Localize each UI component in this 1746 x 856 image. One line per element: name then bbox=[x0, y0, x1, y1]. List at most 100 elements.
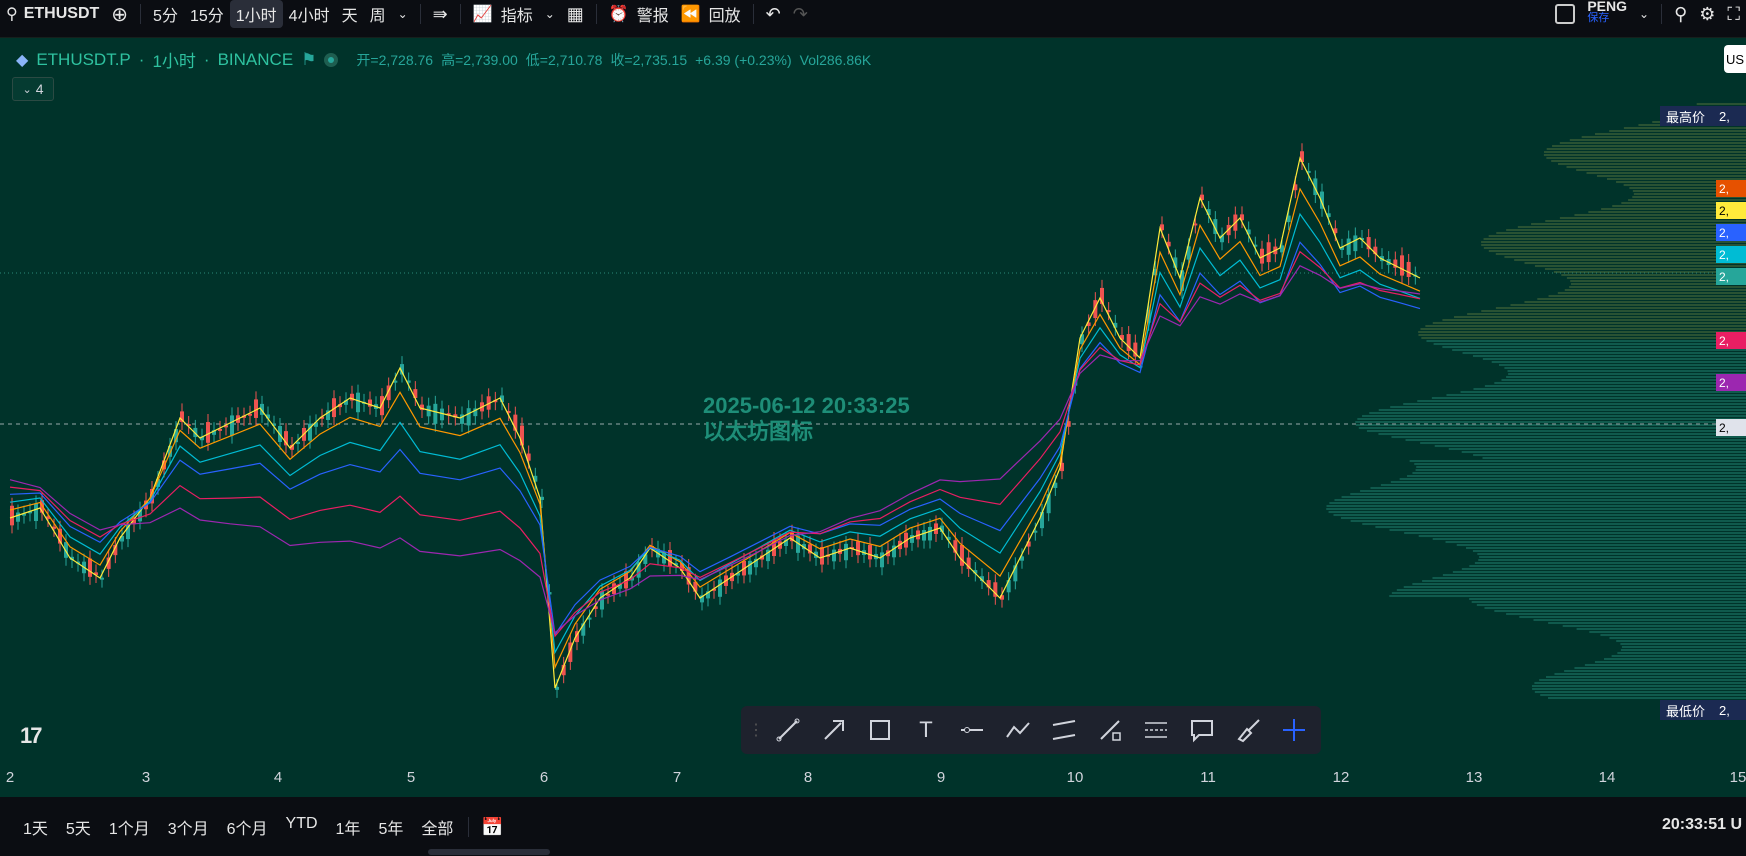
fullscreen-button[interactable]: ⛶ bbox=[1721, 0, 1746, 28]
quick-search-button[interactable]: ⚲ bbox=[1668, 0, 1693, 28]
arrow-tool[interactable] bbox=[813, 710, 855, 750]
volume-profile-bar bbox=[1603, 658, 1746, 660]
compare-button[interactable]: ⊕ bbox=[105, 0, 134, 28]
date-tick-label: 15 bbox=[1729, 769, 1746, 786]
replay-button[interactable]: ⏪ 回放 bbox=[675, 0, 747, 28]
volume-profile-bar bbox=[1456, 544, 1746, 546]
layout-toggle[interactable] bbox=[1549, 0, 1581, 28]
legend-low: 低=2,710.78 bbox=[525, 51, 603, 68]
legend-symbol[interactable]: ETHUSDT.P bbox=[36, 50, 130, 70]
date-tick-label: 13 bbox=[1465, 769, 1483, 786]
volume-profile-bar bbox=[1445, 541, 1746, 543]
interval-dropdown[interactable]: ⌄ bbox=[392, 0, 414, 28]
legend-high: 高=2,739.00 bbox=[441, 51, 518, 68]
range-button[interactable]: 1个月 bbox=[100, 815, 159, 839]
range-button[interactable]: 1天 bbox=[14, 815, 57, 839]
range-button[interactable]: 6个月 bbox=[218, 815, 277, 839]
volume-profile-bar bbox=[1494, 610, 1746, 612]
interval-label: 天 bbox=[341, 8, 358, 25]
volume-profile-bar bbox=[1507, 370, 1746, 372]
redo-icon: ↷ bbox=[792, 3, 808, 24]
horizontal-scrollbar[interactable] bbox=[428, 849, 550, 855]
symbol-search[interactable]: ⚲ ETHUSDT bbox=[0, 0, 105, 28]
volume-profile-bar bbox=[1461, 451, 1746, 453]
indicators-dropdown[interactable]: ⌄ bbox=[539, 0, 561, 28]
volume-profile-bar bbox=[1418, 535, 1746, 537]
path-tool[interactable] bbox=[997, 710, 1039, 750]
range-button[interactable]: 5年 bbox=[369, 815, 412, 839]
indicators-button[interactable]: 📈 指标 bbox=[467, 0, 539, 28]
volume-profile-bar bbox=[1483, 247, 1746, 249]
volume-profile-bar bbox=[1545, 676, 1746, 678]
volume-profile-bar bbox=[1422, 580, 1746, 582]
price-tag: 2, bbox=[1716, 332, 1746, 349]
volume-profile-bar bbox=[1506, 376, 1746, 378]
volume-profile-bar bbox=[1369, 412, 1746, 414]
settings-button[interactable]: ⚙ bbox=[1693, 0, 1721, 28]
crosshair-tool[interactable] bbox=[1273, 710, 1315, 750]
watermark-datetime: 2025-06-12 20:33:25 bbox=[703, 393, 910, 418]
range-button[interactable]: 5天 bbox=[57, 815, 100, 839]
volume-profile-bar bbox=[1506, 229, 1746, 231]
volume-profile-bar bbox=[1416, 466, 1746, 468]
brush-tool[interactable] bbox=[1227, 710, 1269, 750]
brush-icon bbox=[1237, 719, 1260, 743]
interval-15m[interactable]: 15分 bbox=[184, 0, 230, 28]
fib-tool[interactable] bbox=[1135, 710, 1177, 750]
volume-profile-bar bbox=[1396, 589, 1746, 591]
chevron-down-icon: ⌄ bbox=[544, 7, 555, 21]
chart-type-button[interactable]: ⇛ bbox=[427, 0, 454, 28]
drag-handle[interactable]: ⋮ bbox=[748, 710, 764, 750]
volume-profile-bar bbox=[1482, 457, 1746, 459]
account-dropdown[interactable]: ⌄ bbox=[1633, 0, 1655, 28]
interval-5m[interactable]: 5分 bbox=[147, 0, 184, 28]
range-button[interactable]: 3个月 bbox=[159, 815, 218, 839]
volume-profile-bar bbox=[1504, 256, 1746, 258]
go-to-date-button[interactable]: 📅 bbox=[475, 813, 509, 841]
volume-profile-bar bbox=[1574, 667, 1746, 669]
volume-profile-bar bbox=[1559, 142, 1746, 144]
interval-label: 周 bbox=[369, 8, 386, 25]
horizontal-ray-tool[interactable] bbox=[951, 710, 993, 750]
volume-profile-bar bbox=[1562, 625, 1746, 627]
range-button[interactable]: 1年 bbox=[327, 815, 370, 839]
date-tick-label: 5 bbox=[406, 769, 416, 786]
volume-profile-bar bbox=[1389, 529, 1746, 531]
interval-1h[interactable]: 1小时 bbox=[229, 0, 283, 28]
callout-tool[interactable] bbox=[1181, 710, 1223, 750]
parallel-channel-tool[interactable] bbox=[1043, 710, 1085, 750]
rectangle-tool[interactable] bbox=[859, 710, 901, 750]
square-icon bbox=[1555, 4, 1576, 24]
measure-tool[interactable] bbox=[1089, 710, 1131, 750]
volume-profile-bar bbox=[1414, 463, 1746, 465]
alert-button[interactable]: ⏰ 警报 bbox=[603, 0, 675, 28]
volume-profile-bar bbox=[1628, 199, 1746, 201]
volume-profile-bar bbox=[1380, 484, 1746, 486]
tradingview-logo[interactable]: 17 bbox=[20, 723, 43, 749]
volume-profile-bar bbox=[1412, 583, 1746, 585]
candle-body bbox=[928, 526, 932, 541]
trend-line-tool[interactable] bbox=[767, 710, 809, 750]
price-tag: 2, bbox=[1716, 419, 1746, 436]
separator bbox=[752, 4, 754, 24]
account-menu[interactable]: PENG 保存 bbox=[1581, 0, 1633, 28]
candle-body bbox=[880, 552, 884, 568]
currency-button[interactable]: US bbox=[1724, 45, 1746, 73]
volume-profile-bar bbox=[1620, 649, 1746, 651]
text-tool[interactable]: T bbox=[905, 710, 947, 750]
volume-profile-bar bbox=[1533, 619, 1746, 621]
volume-profile-bar bbox=[1469, 598, 1746, 600]
undo-button[interactable]: ↶ bbox=[760, 0, 787, 28]
watermark-text: 以太坊图标 bbox=[703, 419, 814, 444]
layout-button[interactable]: ▦ bbox=[561, 0, 590, 28]
interval-1d[interactable]: 天 bbox=[336, 0, 364, 28]
range-button[interactable]: YTD bbox=[277, 815, 327, 839]
volume-profile-bar bbox=[1537, 298, 1746, 300]
interval-4h[interactable]: 4小时 bbox=[283, 0, 336, 28]
range-button[interactable]: 全部 bbox=[412, 815, 462, 839]
redo-button[interactable]: ↷ bbox=[787, 0, 814, 28]
interval-1w[interactable]: 周 bbox=[364, 0, 392, 28]
indicators-collapse-toggle[interactable]: ⌄ 4 bbox=[12, 77, 54, 101]
volume-profile-bar bbox=[1355, 421, 1746, 423]
time-axis[interactable]: 2 3 4 5 6 7 8 9 10 11 12 13 14 15 bbox=[0, 766, 1746, 792]
